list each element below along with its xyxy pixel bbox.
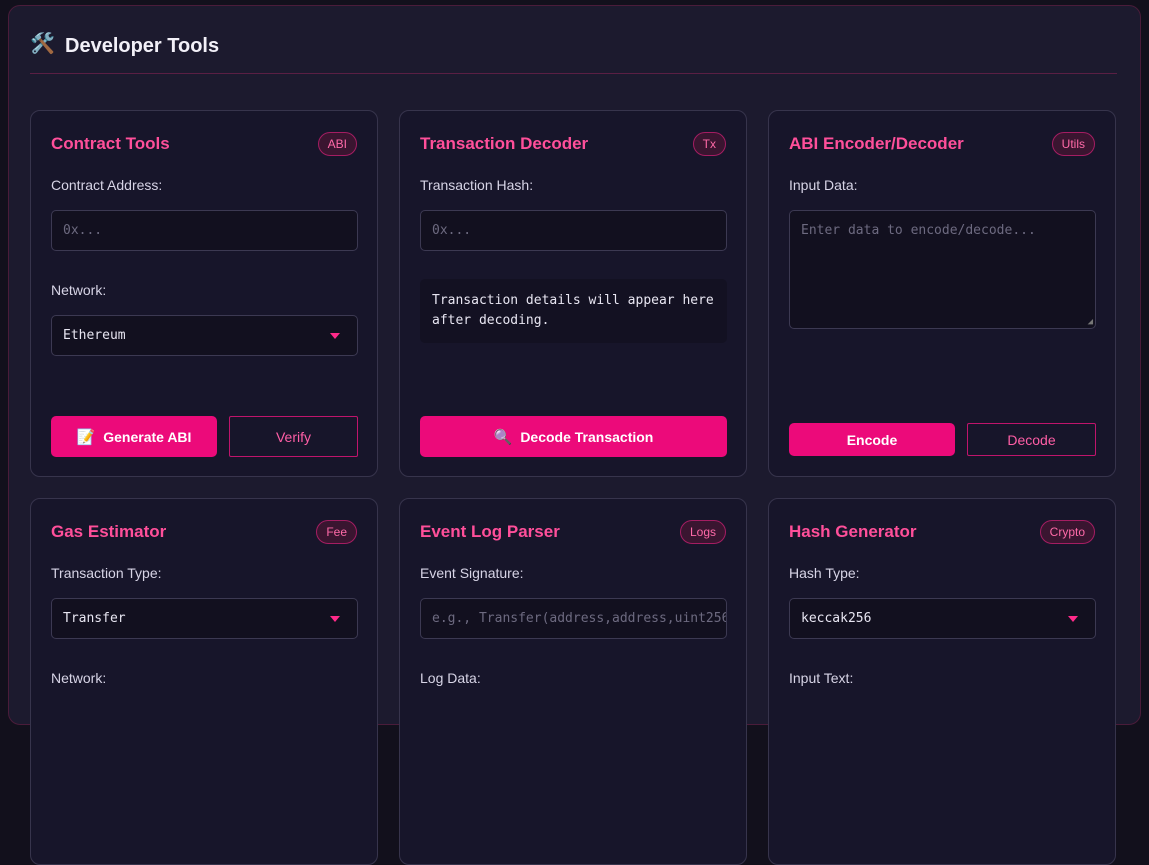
- crypto-badge: Crypto: [1039, 520, 1095, 544]
- verify-button[interactable]: Verify: [229, 416, 358, 457]
- contract-tools-card: Contract Tools ABI Contract Address: 0x.…: [30, 110, 378, 477]
- hash-generator-card: Hash Generator Crypto Hash Type: keccak2…: [768, 498, 1116, 865]
- input-text-label: Input Text:: [789, 670, 854, 686]
- network-label: Network:: [51, 282, 107, 298]
- magnifier-icon: 🔍: [493, 428, 513, 446]
- event-signature-input[interactable]: e.g., Transfer(address,address,uint256): [420, 598, 727, 639]
- card-title: Event Log Parser: [420, 522, 560, 541]
- event-signature-label: Event Signature:: [420, 565, 524, 581]
- panel-header: 🛠️ Developer Tools: [30, 26, 1117, 74]
- gas-estimator-card: Gas Estimator Fee Transaction Type: Tran…: [30, 498, 378, 865]
- fee-badge: Fee: [316, 520, 357, 544]
- card-title: ABI Encoder/Decoder: [789, 134, 964, 153]
- network-select[interactable]: Ethereum: [51, 315, 358, 356]
- logs-badge: Logs: [679, 520, 726, 544]
- hammer-and-wrench-icon: 🛠️: [30, 33, 55, 55]
- event-log-parser-card: Event Log Parser Logs Event Signature: e…: [399, 498, 747, 865]
- network-value: Ethereum: [63, 328, 126, 343]
- generate-abi-label: Generate ABI: [103, 428, 192, 445]
- card-title: Contract Tools: [51, 134, 170, 153]
- contract-address-label: Contract Address:: [51, 177, 163, 193]
- transaction-type-value: Transfer: [63, 611, 126, 626]
- input-data-placeholder: Enter data to encode/decode...: [801, 223, 1036, 238]
- decode-result-box: Transaction details will appear here aft…: [420, 279, 727, 343]
- card-title: Transaction Decoder: [420, 134, 589, 153]
- page-title: Developer Tools: [65, 35, 220, 57]
- resize-handle-icon[interactable]: ◢: [1088, 318, 1093, 327]
- abi-encoder-decoder-card: ABI Encoder/Decoder Utils Input Data: En…: [768, 110, 1116, 477]
- contract-address-input[interactable]: 0x...: [51, 210, 358, 251]
- tx-badge: Tx: [692, 132, 726, 156]
- hash-type-select[interactable]: keccak256: [789, 598, 1096, 639]
- encode-button[interactable]: Encode: [789, 423, 955, 456]
- transaction-decoder-card: Transaction Decoder Tx Transaction Hash:…: [399, 110, 747, 477]
- utils-badge: Utils: [1051, 132, 1095, 156]
- decode-transaction-label: Decode Transaction: [520, 428, 654, 445]
- card-title: Gas Estimator: [51, 522, 167, 541]
- transaction-type-label: Transaction Type:: [51, 565, 162, 581]
- input-data-textarea[interactable]: Enter data to encode/decode... ◢: [789, 210, 1096, 329]
- log-data-label: Log Data:: [420, 670, 481, 686]
- card-title: Hash Generator: [789, 522, 917, 541]
- generate-abi-button[interactable]: 📝 Generate ABI: [51, 416, 217, 457]
- transaction-hash-label: Transaction Hash:: [420, 177, 534, 193]
- abi-badge: ABI: [317, 132, 357, 156]
- input-data-label: Input Data:: [789, 177, 858, 193]
- hash-type-value: keccak256: [801, 611, 872, 626]
- transaction-type-select[interactable]: Transfer: [51, 598, 358, 639]
- hash-type-label: Hash Type:: [789, 565, 860, 581]
- transaction-hash-input[interactable]: 0x...: [420, 210, 727, 251]
- developer-tools-panel: 🛠️ Developer Tools Contract Tools ABI Co…: [8, 5, 1141, 865]
- decode-transaction-button[interactable]: 🔍 Decode Transaction: [420, 416, 727, 457]
- network-label: Network:: [51, 670, 107, 686]
- decode-button[interactable]: Decode: [967, 423, 1096, 456]
- memo-icon: 📝: [76, 428, 96, 446]
